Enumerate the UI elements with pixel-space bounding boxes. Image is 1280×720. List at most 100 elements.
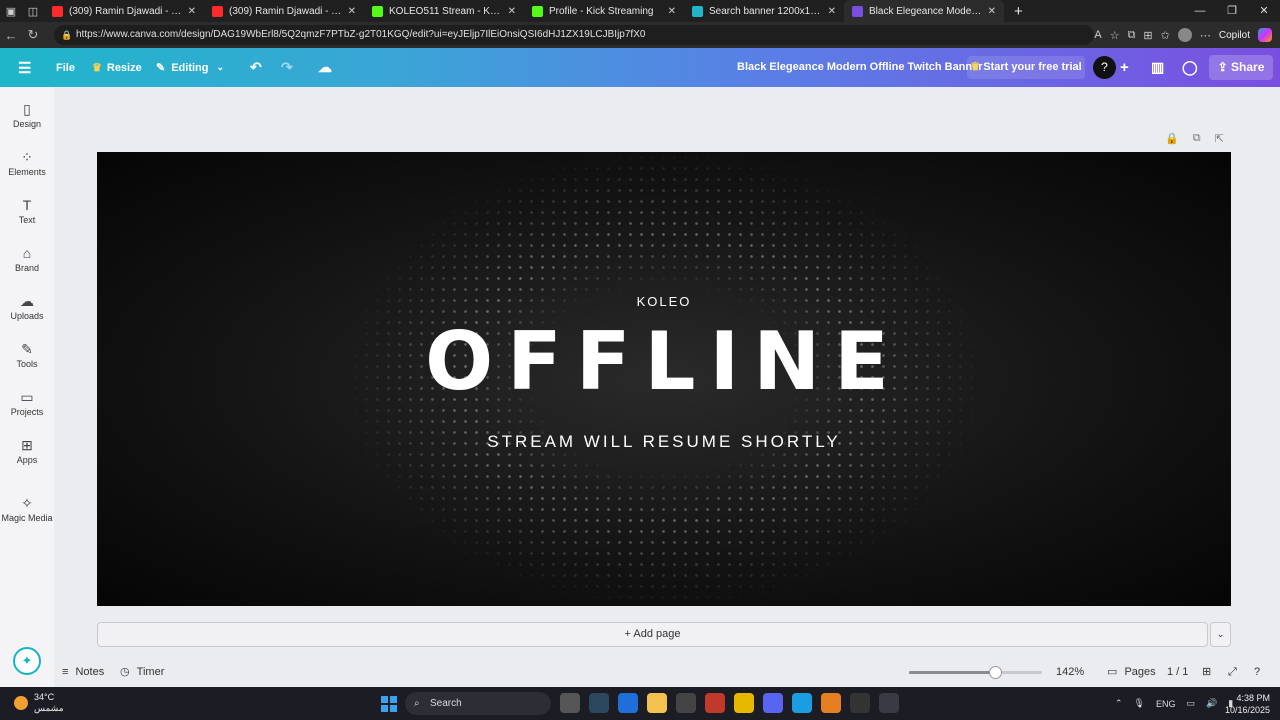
- profile-avatar[interactable]: [1177, 28, 1192, 42]
- microphone-icon[interactable]: 🎙: [1134, 698, 1145, 709]
- add-page-icon[interactable]: ⇱: [1215, 132, 1224, 145]
- window-controls: — ❐ ✕: [1184, 0, 1280, 22]
- calculator-icon[interactable]: [676, 693, 696, 713]
- sidebar-item-design[interactable]: ▯ Design: [0, 101, 54, 129]
- taskbar-clock[interactable]: 4:38 PM 10/16/2025: [1225, 692, 1270, 716]
- volume-icon[interactable]: 🔊: [1206, 698, 1217, 709]
- hamburger-menu-icon[interactable]: ☰: [18, 48, 31, 87]
- banner-design-canvas[interactable]: KOLEO OFFLINE STREAM WILL RESUME SHORTLY: [97, 152, 1231, 606]
- share-upload-icon: ⇪: [1217, 60, 1228, 74]
- browser-tab[interactable]: (309) Ramin Djawadi - The Rains o ✕: [204, 0, 364, 22]
- app-settings-icon[interactable]: [879, 693, 899, 713]
- edge-icon[interactable]: [792, 693, 812, 713]
- copilot-button[interactable]: Copilot: [1219, 30, 1250, 41]
- user-avatar[interactable]: ?: [1093, 56, 1116, 79]
- browser-tab[interactable]: KOLEO511 Stream - Kick Dashboa ✕: [364, 0, 524, 22]
- zoom-level[interactable]: 142%: [1056, 660, 1084, 687]
- timer-label: Timer: [136, 666, 165, 678]
- copilot-icon[interactable]: [1258, 28, 1272, 42]
- add-collaborator-icon[interactable]: +: [1120, 48, 1129, 87]
- help-icon[interactable]: ?: [1254, 660, 1260, 687]
- new-tab-button[interactable]: +: [1014, 3, 1023, 20]
- free-trial-button[interactable]: ♛ Start your free trial: [967, 56, 1085, 79]
- share-button[interactable]: ⇪ Share: [1209, 55, 1273, 80]
- redo-icon[interactable]: ↷: [281, 48, 293, 87]
- browser-tab[interactable]: (309) Ramin Djawadi - The Rains o ✕: [44, 0, 204, 22]
- resize-button[interactable]: ♛ Resize: [92, 48, 142, 87]
- refresh-icon[interactable]: ↻: [22, 27, 44, 43]
- tab-actions-icon[interactable]: ◫: [22, 0, 44, 22]
- minimize-button[interactable]: —: [1184, 0, 1216, 22]
- more-icon[interactable]: ⋯: [1200, 29, 1211, 42]
- workspaces-icon[interactable]: ▣: [0, 0, 22, 22]
- cloud-save-icon[interactable]: ☁: [318, 48, 332, 87]
- close-tab-icon[interactable]: ✕: [348, 6, 356, 17]
- sidebar-item-apps[interactable]: ⊞ Apps: [0, 437, 54, 465]
- zoom-slider[interactable]: [909, 666, 1042, 679]
- browser-tab[interactable]: Profile - Kick Streaming ✕: [524, 0, 684, 22]
- start-button[interactable]: [381, 696, 397, 712]
- canva-header: ☰ File ♛ Resize ✎ Editing ⌄ ↶ ↷ ☁ Black …: [0, 48, 1280, 87]
- app-blue-icon[interactable]: [618, 693, 638, 713]
- close-window-button[interactable]: ✕: [1248, 0, 1280, 22]
- file-menu[interactable]: File: [56, 48, 75, 87]
- sidebar-item-elements[interactable]: ⁘ Elements: [0, 149, 54, 177]
- sidebar-item-label: Apps: [16, 455, 38, 465]
- timer-button[interactable]: ◷ Timer: [120, 660, 164, 687]
- tray-expand-icon[interactable]: ⌃: [1115, 698, 1123, 709]
- extensions-icon[interactable]: ⧉: [1128, 29, 1136, 42]
- discord-icon[interactable]: [763, 693, 783, 713]
- close-tab-icon[interactable]: ✕: [508, 6, 516, 17]
- notes-button[interactable]: ≡ Notes: [62, 660, 104, 687]
- language-indicator[interactable]: ENG: [1156, 699, 1176, 709]
- fullscreen-icon[interactable]: ⤢: [1228, 660, 1237, 687]
- editing-mode-dropdown[interactable]: ✎ Editing ⌄: [156, 48, 224, 87]
- lock-page-icon[interactable]: 🔒: [1165, 132, 1179, 145]
- add-page-dropdown-icon[interactable]: ⌄: [1210, 622, 1231, 647]
- magic-assistant-button[interactable]: ✦: [13, 647, 41, 675]
- grid-view-icon[interactable]: ⊞: [1202, 660, 1211, 687]
- close-tab-icon[interactable]: ✕: [988, 6, 996, 17]
- app-yellow-icon[interactable]: [734, 693, 754, 713]
- design-small-title[interactable]: KOLEO: [97, 294, 1231, 309]
- app-orange-icon[interactable]: [821, 693, 841, 713]
- browser-tab[interactable]: Search banner 1200x134px - Can ✕: [684, 0, 844, 22]
- app-red-icon[interactable]: [705, 693, 725, 713]
- add-page-button[interactable]: + Add page: [97, 622, 1208, 647]
- trial-label: Start your free trial: [983, 61, 1082, 73]
- collections-icon[interactable]: ⊞: [1143, 29, 1152, 42]
- duplicate-page-icon[interactable]: ⧉: [1193, 132, 1201, 145]
- favorites-icon[interactable]: ✩: [1161, 29, 1170, 42]
- design-big-title[interactable]: OFFLINE: [97, 312, 1231, 412]
- taskbar-search[interactable]: ⌕ Search: [405, 692, 551, 715]
- sidebar-item-magic-media[interactable]: ✧ Magic Media: [0, 495, 54, 523]
- task-view-icon[interactable]: [560, 693, 580, 713]
- sidebar-item-projects[interactable]: ▭ Projects: [0, 389, 54, 417]
- address-bar-row: ← ↻ 🔒 https://www.canva.com/design/DAG19…: [0, 22, 1280, 48]
- weather-widget[interactable]: 34°C مشمس: [14, 692, 64, 714]
- app-dark-icon[interactable]: [850, 693, 870, 713]
- comments-icon[interactable]: ◯: [1182, 48, 1198, 87]
- sidebar-item-uploads[interactable]: ☁ Uploads: [0, 293, 54, 321]
- close-tab-icon[interactable]: ✕: [188, 6, 196, 17]
- maximize-button[interactable]: ❐: [1216, 0, 1248, 22]
- favorite-star-icon[interactable]: ☆: [1110, 29, 1120, 42]
- tab-title: (309) Ramin Djawadi - The Rains o: [229, 5, 342, 17]
- url-field[interactable]: 🔒 https://www.canva.com/design/DAG19WbEr…: [54, 25, 1094, 45]
- sidebar-item-text[interactable]: T Text: [0, 197, 54, 225]
- insights-chart-icon[interactable]: ▥: [1151, 48, 1164, 87]
- undo-icon[interactable]: ↶: [250, 48, 262, 87]
- sidebar-item-tools[interactable]: ✎ Tools: [0, 341, 54, 369]
- read-aloud-icon[interactable]: A: [1094, 29, 1101, 41]
- close-tab-icon[interactable]: ✕: [828, 6, 836, 17]
- document-title[interactable]: Black Elegeance Modern Offline Twitch Ba…: [737, 48, 983, 87]
- file-explorer-icon[interactable]: [647, 693, 667, 713]
- design-subtitle[interactable]: STREAM WILL RESUME SHORTLY: [97, 432, 1231, 452]
- steam-icon[interactable]: [589, 693, 609, 713]
- close-tab-icon[interactable]: ✕: [668, 6, 676, 17]
- pages-button[interactable]: ▭ Pages: [1107, 660, 1156, 687]
- network-icon[interactable]: ▭: [1187, 698, 1196, 709]
- sidebar-item-brand[interactable]: ⌂ Brand: [0, 245, 54, 273]
- back-icon[interactable]: ←: [0, 28, 22, 43]
- browser-tab[interactable]: Black Elegeance Modern Offline T ✕: [844, 0, 1004, 22]
